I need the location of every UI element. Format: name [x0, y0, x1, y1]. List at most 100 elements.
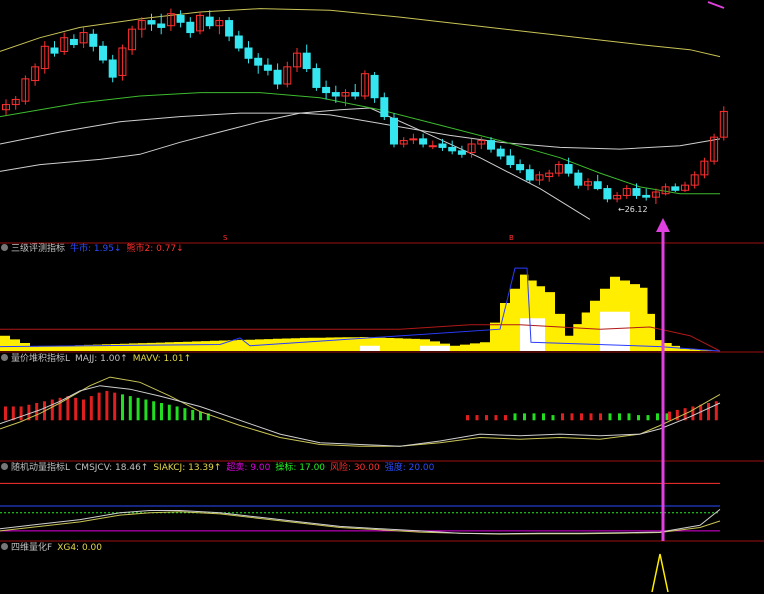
header-four-dim: 四维量化F XG4: 0.00: [0, 541, 107, 555]
candle-body: [428, 145, 437, 148]
header-item: 熊市2: 0.77↓: [126, 244, 184, 254]
volume-bar: [646, 415, 650, 421]
stock-chart[interactable]: S B ←26.12: [0, 0, 764, 594]
panel-title: 四维量化F: [11, 543, 53, 553]
candle-body: [448, 146, 457, 152]
volume-bar: [561, 413, 564, 421]
candle-body: [205, 16, 214, 27]
candle-body: [671, 186, 680, 191]
candle-body: [302, 52, 311, 70]
candle-body: [254, 57, 263, 66]
volume-bar: [668, 411, 671, 421]
volume-bar: [175, 406, 179, 421]
header-item: 超卖: 9.00: [226, 463, 271, 473]
volume-bar: [82, 399, 85, 421]
panel-menu-icon[interactable]: [1, 354, 8, 361]
candle-body: [516, 164, 525, 171]
candle-body: [244, 47, 253, 59]
header-item: 牛市: 1.95↓: [70, 244, 122, 254]
panel-menu-icon[interactable]: [1, 244, 8, 251]
volume-bar: [691, 406, 695, 421]
volume-bar: [4, 406, 7, 421]
volume-bar: [144, 399, 148, 421]
volume-bar: [160, 403, 163, 421]
header-stochastic: 随机动量指标L CMSJCV: 18.46↑ SIAKCJ: 13.39↑ 超卖: 9…: [0, 461, 439, 475]
candle-body: [574, 172, 583, 186]
candle-body: [564, 164, 573, 174]
volume-bar: [183, 408, 187, 421]
panel-title: 随机动量指标L: [11, 463, 71, 473]
header-item: MAVV: 1.01↑: [132, 354, 192, 364]
volume-bar: [11, 406, 15, 421]
volume-bar: [551, 415, 555, 421]
header-item: 操标: 17.00: [275, 463, 326, 473]
volume-bar: [485, 415, 488, 421]
candle-body: [593, 181, 602, 190]
candle-body: [176, 14, 185, 23]
candle-body: [419, 138, 428, 145]
volume-bar: [627, 413, 631, 421]
header-three-level: 三级评测指标 牛市: 1.95↓ 熊市2: 0.77↓: [0, 242, 189, 256]
candle-body: [50, 47, 59, 54]
candle-body: [331, 92, 340, 97]
candle-body: [273, 69, 282, 85]
volume-bar: [105, 390, 109, 421]
panel-menu-icon[interactable]: [1, 463, 8, 470]
candle-body: [632, 188, 641, 196]
volume-bar: [589, 413, 593, 421]
volume-bar: [618, 413, 621, 421]
candle-body: [69, 38, 78, 46]
volume-bar: [121, 394, 124, 421]
panel-title: 三级评测指标: [11, 244, 66, 254]
volume-bar: [513, 413, 517, 421]
volume-bar: [570, 413, 574, 421]
volume-bar: [113, 392, 117, 421]
volume-bar: [580, 413, 583, 421]
candle-body: [603, 188, 612, 200]
volume-bar: [199, 411, 202, 421]
volume-bar: [707, 403, 710, 421]
volume-bar: [466, 415, 469, 421]
volume-bar: [523, 413, 526, 421]
candle-body: [225, 20, 234, 37]
volume-bar: [599, 413, 602, 421]
header-item: 风险: 30.00: [330, 463, 380, 473]
volume-bar: [542, 413, 545, 421]
candle-body: [380, 97, 389, 118]
marker-b: B: [509, 234, 514, 242]
candle-body: [409, 138, 418, 141]
volume-bar: [608, 413, 612, 421]
header-item: CMSJCV: 18.46↑: [75, 463, 149, 473]
candle-body: [351, 92, 360, 97]
volume-bar: [494, 415, 498, 421]
candle-body: [263, 64, 272, 71]
candle-body: [312, 68, 321, 88]
volume-bar: [50, 399, 54, 421]
volume-bar: [97, 392, 101, 421]
candle-body: [157, 23, 166, 28]
volume-bar: [637, 415, 640, 421]
panel-menu-icon[interactable]: [1, 543, 8, 550]
candle-body: [99, 45, 107, 61]
price-label: ←26.12: [618, 205, 648, 214]
candle-body: [89, 33, 98, 47]
candle-body: [457, 150, 466, 155]
volume-bar: [675, 409, 679, 421]
candle-body: [147, 20, 156, 25]
candle-body: [642, 194, 651, 198]
header-item: SIAKCJ: 13.39↑: [153, 463, 222, 473]
volume-bar: [167, 404, 171, 421]
candle-body: [108, 59, 117, 78]
candle-body: [370, 74, 379, 99]
candle-body: [234, 35, 243, 49]
volume-bar: [19, 406, 23, 421]
volume-bar: [656, 413, 659, 421]
candle-body: [390, 117, 398, 145]
candle-body: [487, 140, 495, 150]
volume-bar: [136, 397, 140, 421]
candle-body: [506, 155, 515, 166]
candle-body: [438, 143, 447, 148]
panel-title: 量价堆积指标L: [11, 354, 71, 364]
marker-s: S: [223, 234, 228, 242]
volume-bar: [128, 396, 132, 421]
